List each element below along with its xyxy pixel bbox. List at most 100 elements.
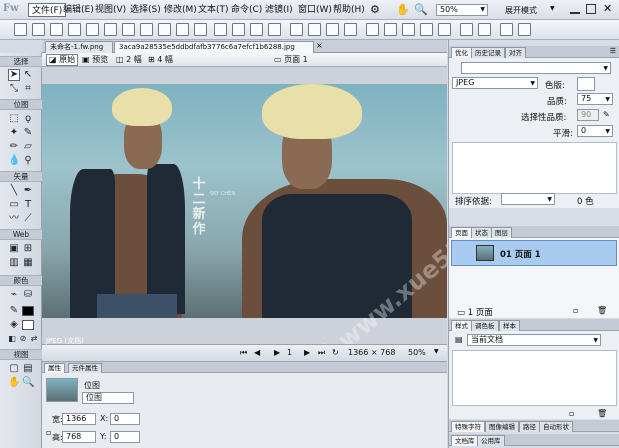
style-library-select[interactable]: 当前文档 ▼ xyxy=(467,334,601,346)
sort-select[interactable]: ▼ xyxy=(501,193,555,205)
new-page-icon[interactable]: ▫ xyxy=(573,306,578,315)
pen-tool-icon[interactable]: ✒ xyxy=(22,185,34,197)
join-icon[interactable] xyxy=(250,23,263,36)
menu-text[interactable]: 文本(T) xyxy=(195,3,232,17)
flip-vertical-icon[interactable] xyxy=(518,23,531,36)
paste-icon[interactable] xyxy=(194,23,207,36)
page-item[interactable]: 01 页面 1 xyxy=(451,240,617,266)
stamp-tool-icon[interactable]: ⚲ xyxy=(22,155,34,167)
hotspot-tool-icon[interactable]: ▣ xyxy=(8,243,20,255)
split-icon[interactable] xyxy=(268,23,281,36)
align-left-icon[interactable] xyxy=(366,23,379,36)
line-tool-icon[interactable]: ╲ xyxy=(8,185,20,197)
lock-icon[interactable]: ▫ xyxy=(46,428,51,437)
send-backward-icon[interactable] xyxy=(326,23,339,36)
close-tab-icon[interactable]: × xyxy=(316,41,323,50)
blur-tool-icon[interactable]: 💧 xyxy=(8,155,20,167)
tab-untitled[interactable]: 未命名-1.fw.png xyxy=(45,41,113,53)
delete-style-icon[interactable]: 🗑 xyxy=(597,409,607,418)
view-preview-button[interactable]: ▣ 预览 xyxy=(80,54,110,66)
preset-select[interactable]: ▼ xyxy=(461,62,611,74)
tab-common-library[interactable]: 公用库 xyxy=(477,435,505,446)
tab-optimize[interactable]: 优化 xyxy=(451,47,472,58)
first-page-icon[interactable]: ⏮ xyxy=(240,348,247,358)
copy-icon[interactable] xyxy=(176,23,189,36)
tab-history[interactable]: 历史记录 xyxy=(471,47,505,58)
zoom-level[interactable]: 50% xyxy=(408,348,426,357)
eyedropper-tool-icon[interactable]: ⌁ xyxy=(8,289,20,301)
tab-samples[interactable]: 样本 xyxy=(499,320,520,331)
send-back-icon[interactable] xyxy=(344,23,357,36)
tab-layers[interactable]: 图层 xyxy=(491,227,512,238)
swap-colors-icon[interactable]: ⇄ xyxy=(28,333,40,345)
undo-icon[interactable] xyxy=(122,23,135,36)
last-page-icon[interactable]: ⏭ xyxy=(318,348,325,358)
print-icon[interactable] xyxy=(104,23,117,36)
styles-list[interactable] xyxy=(452,350,617,406)
chevron-down-icon[interactable]: ▼ xyxy=(434,348,439,355)
pencil-tool-icon[interactable]: ✏ xyxy=(8,141,20,153)
matte-swatch[interactable] xyxy=(577,77,595,91)
show-slices-icon[interactable]: ▦ xyxy=(22,257,34,269)
group-icon[interactable] xyxy=(214,23,227,36)
cut-icon[interactable] xyxy=(158,23,171,36)
new-icon[interactable] xyxy=(14,23,27,36)
menu-modify[interactable]: 修改(M) xyxy=(161,3,200,17)
tab-pages[interactable]: 页面 xyxy=(451,227,472,238)
object-name-field[interactable]: 位图 xyxy=(82,392,134,404)
tab-image-edit[interactable]: 图像编辑 xyxy=(485,421,519,432)
subselect-tool-icon[interactable]: ↖ xyxy=(22,69,34,81)
hand-icon[interactable]: ✋ xyxy=(396,3,410,17)
view-2up-button[interactable]: ◫ 2 幅 xyxy=(114,54,144,66)
next-page-icon[interactable]: ▶ xyxy=(304,348,310,357)
stroke-color-swatch[interactable] xyxy=(22,306,34,316)
chevron-down-icon[interactable]: ▼ xyxy=(550,5,555,12)
tab-states[interactable]: 状态 xyxy=(471,227,492,238)
knife-tool-icon[interactable]: ⟋ xyxy=(22,213,34,225)
freeform-tool-icon[interactable]: 〰 xyxy=(8,213,20,225)
stroke-color-icon[interactable]: ✎ xyxy=(8,305,20,317)
export-icon[interactable] xyxy=(86,23,99,36)
brush-tool-icon[interactable]: ✎ xyxy=(22,127,34,139)
tab-jpg[interactable]: 3aca9a28535e5ddbdfafb3776c6a7efcf1b6288.… xyxy=(114,41,314,53)
rectangle-tool-icon[interactable]: ▭ xyxy=(8,199,20,211)
rotate-right-icon[interactable] xyxy=(478,23,491,36)
zoom-select[interactable]: 50% ▼ xyxy=(436,4,488,16)
paint-bucket-icon[interactable]: ⛁ xyxy=(22,289,34,301)
new-style-icon[interactable]: ▫ xyxy=(569,409,574,418)
delete-page-icon[interactable]: 🗑 xyxy=(597,306,607,315)
hide-slices-icon[interactable]: ▥ xyxy=(8,257,20,269)
zoom-tool-icon[interactable]: 🔍 xyxy=(22,377,34,389)
magic-wand-icon[interactable]: ✦ xyxy=(8,127,20,139)
menu-view[interactable]: 视图(V) xyxy=(92,3,129,17)
tab-properties[interactable]: 属性 xyxy=(44,363,65,373)
fill-color-swatch[interactable] xyxy=(22,320,34,330)
eraser-tool-icon[interactable]: ▱ xyxy=(22,141,34,153)
gear-icon[interactable]: ⚙ xyxy=(370,3,384,17)
prev-page-icon[interactable]: ◀ xyxy=(254,348,260,357)
width-field[interactable]: 1366 xyxy=(62,413,96,425)
fill-color-icon[interactable]: ◈ xyxy=(8,319,20,331)
full-screen-icon[interactable]: ▤ xyxy=(22,363,34,375)
zoom-icon[interactable]: 🔍 xyxy=(414,3,428,17)
tab-styles[interactable]: 样式 xyxy=(451,320,472,331)
redo-icon[interactable] xyxy=(140,23,153,36)
y-field[interactable]: 0 xyxy=(110,431,140,443)
loop-icon[interactable]: ↻ xyxy=(332,348,339,357)
text-tool-icon[interactable]: T xyxy=(22,199,34,211)
marquee-tool-icon[interactable]: ⬚ xyxy=(8,113,20,125)
menu-help[interactable]: 帮助(H) xyxy=(330,3,368,17)
format-select[interactable]: JPEG ▼ xyxy=(452,77,538,89)
canvas-area[interactable]: 十二新作 SKY CHEN 软件学堂 www.xue51.com xyxy=(42,67,447,344)
menu-window[interactable]: 窗口(W) xyxy=(295,3,335,17)
edit-icon[interactable]: ✎ xyxy=(603,110,610,119)
bring-front-icon[interactable] xyxy=(290,23,303,36)
layout-mode[interactable]: 展开模式 xyxy=(505,5,537,16)
tab-doc-library[interactable]: 文档库 xyxy=(451,435,479,446)
bring-forward-icon[interactable] xyxy=(308,23,321,36)
tab-swatches[interactable]: 调色板 xyxy=(471,320,499,331)
height-field[interactable]: 768 xyxy=(62,431,96,443)
tab-special-chars[interactable]: 特殊字符 xyxy=(451,421,485,432)
close-icon[interactable]: ✕ xyxy=(603,2,612,15)
slice-tool-icon[interactable]: ⊞ xyxy=(22,243,34,255)
